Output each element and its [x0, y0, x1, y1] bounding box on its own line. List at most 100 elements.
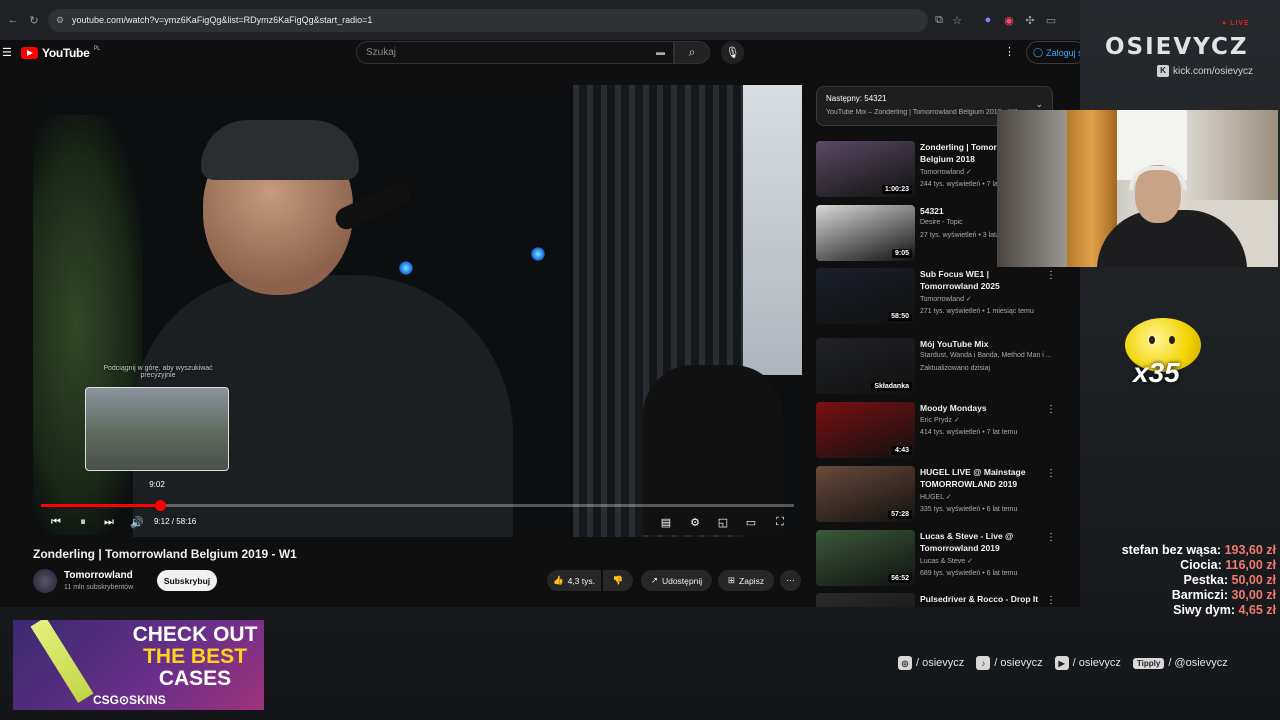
- search-placeholder: Szukaj: [366, 47, 397, 58]
- recommendation-item[interactable]: 56:52 Lucas & Steve - Live @ Tomorrowland…: [816, 530, 1056, 592]
- more-options-icon[interactable]: ⋮: [1046, 595, 1056, 606]
- more-options-icon[interactable]: ⋮: [1046, 270, 1056, 281]
- verified-icon: ✓: [943, 494, 952, 501]
- stage-light: [531, 247, 545, 261]
- progress-bar[interactable]: [41, 500, 794, 511]
- progress-scrubber[interactable]: [154, 500, 166, 511]
- chevron-down-icon[interactable]: ⌄: [1035, 99, 1043, 110]
- site-info-icon[interactable]: ⚙: [56, 9, 64, 32]
- recommendation-title[interactable]: Pulsedriver & Rocco - Drop It: [920, 593, 1042, 605]
- youtube-header: ☰ YouTube PL Szukaj ▬ ⌕ 🎙 ⋮ ◯ Zaloguj s: [0, 40, 1080, 66]
- donor-name: stefan bez wąsa:: [1121, 543, 1222, 557]
- video-thumbnail[interactable]: Składanka: [816, 338, 915, 394]
- recommendation-channel[interactable]: Stardust, Wanda i Banda, Method Man i ..…: [920, 352, 1052, 359]
- sidebar-icon[interactable]: ▭: [1042, 11, 1060, 29]
- social-links: ◎ / osievycz ♪ / osievycz ▶ / osievycz Tipply /…: [898, 655, 1228, 671]
- recommendation-channel[interactable]: Desire - Topic: [920, 219, 963, 226]
- bookmark-star-icon[interactable]: ☆: [948, 11, 966, 29]
- channel-name[interactable]: Tomorrowland: [64, 570, 133, 581]
- youtube-play-icon: [21, 47, 38, 59]
- subtitles-icon[interactable]: ▤: [657, 513, 675, 531]
- stage-light: [399, 261, 413, 275]
- back-icon[interactable]: ←: [4, 11, 22, 29]
- sponsor-line: THE BEST: [143, 645, 247, 668]
- volume-icon[interactable]: 🔊: [128, 513, 146, 531]
- video-thumbnail[interactable]: 1:00:23: [816, 141, 915, 197]
- youtube-logo-text: YouTube: [42, 46, 90, 60]
- recommendation-title[interactable]: HUGEL LIVE @ Mainstage TOMORROWLAND 2019: [920, 466, 1042, 490]
- recommendation-item[interactable]: Składanka Mój YouTube Mix Stardust, Wanda …: [816, 338, 1056, 400]
- reload-icon[interactable]: ↻: [25, 11, 43, 29]
- more-options-icon[interactable]: ⋮: [1046, 404, 1056, 415]
- extension-icon[interactable]: ●: [979, 11, 997, 29]
- miniplayer-icon[interactable]: ◱: [714, 513, 732, 531]
- subscriber-count: 11 mln subskrybentów: [64, 584, 134, 591]
- next-icon[interactable]: ⏭: [100, 513, 118, 531]
- tiktok-icon: ♪: [976, 656, 991, 670]
- sponsor-line: CASES: [158, 667, 232, 690]
- install-icon[interactable]: ⧉: [930, 11, 948, 29]
- account-icon: ◯: [1033, 47, 1044, 57]
- recommendation-title[interactable]: Lucas & Steve - Live @ Tomorrowland 2019…: [920, 530, 1042, 554]
- recommendation-title[interactable]: Mój YouTube Mix: [920, 338, 1042, 350]
- video-thumbnail[interactable]: [816, 593, 915, 607]
- microphone-icon: 🎙: [725, 47, 740, 59]
- video-thumbnail[interactable]: 57:28: [816, 466, 915, 522]
- video-player[interactable]: Podciągnij w górę, aby wyszukiwać precyz…: [33, 85, 802, 537]
- video-thumbnail[interactable]: 56:52: [816, 530, 915, 586]
- more-actions-button[interactable]: ⋯: [780, 570, 801, 591]
- more-options-icon[interactable]: ⋮: [1046, 468, 1056, 479]
- video-thumbnail[interactable]: 9:05: [816, 205, 915, 261]
- recommendation-meta: 335 tys. wyświetleń • 6 lat temu: [920, 506, 1018, 513]
- recommendation-item[interactable]: 57:28 HUGEL LIVE @ Mainstage TOMORROWLAND…: [816, 466, 1056, 528]
- recommendation-channel[interactable]: HUGEL ✓: [920, 493, 952, 501]
- more-options-icon[interactable]: ⋮: [1046, 532, 1056, 543]
- recommendation-channel[interactable]: Tomorrowland ✓: [920, 168, 972, 176]
- instagram-icon: ◎: [898, 656, 912, 670]
- save-icon: ⊞: [727, 575, 736, 585]
- thumbs-down-icon: 👎: [612, 575, 624, 585]
- social-link: ♪ / osievycz: [976, 656, 1043, 670]
- pause-icon[interactable]: ⏸: [74, 513, 92, 531]
- donation-entry: Barmiczi: 30,00 zł: [1080, 588, 1276, 603]
- login-button[interactable]: ◯ Zaloguj s: [1026, 41, 1080, 64]
- duration-badge: 56:52: [888, 574, 912, 583]
- recommendation-item[interactable]: Pulsedriver & Rocco - Drop It ⋮: [816, 593, 1056, 607]
- share-button[interactable]: ↗ Udostępnij: [641, 570, 712, 591]
- save-label: Zapisz: [739, 575, 765, 586]
- channel-name-text: Tomorrowland: [920, 296, 964, 303]
- dislike-button[interactable]: 👎: [603, 570, 633, 591]
- subscribe-button[interactable]: Subskrybuj: [157, 570, 217, 591]
- recommendation-title[interactable]: Sub Focus WE1 | Tomorrowland 2025: [920, 268, 1042, 292]
- extensions-puzzle-icon[interactable]: ✣: [1021, 11, 1039, 29]
- recommendation-channel[interactable]: Tomorrowland ✓: [920, 295, 972, 303]
- youtube-logo[interactable]: YouTube PL: [21, 46, 100, 60]
- recommendation-item[interactable]: 58:50 Sub Focus WE1 | Tomorrowland 2025 To…: [816, 268, 1056, 330]
- channel-avatar[interactable]: [33, 569, 57, 593]
- fullscreen-icon[interactable]: ⛶: [771, 513, 789, 531]
- theater-mode-icon[interactable]: ▭: [742, 513, 760, 531]
- recommendation-channel[interactable]: Lucas & Steve ✓: [920, 557, 973, 565]
- extension-icon[interactable]: ◉: [1000, 11, 1018, 29]
- more-options-icon[interactable]: ⋮: [1004, 45, 1015, 58]
- video-thumbnail[interactable]: 4:43: [816, 402, 915, 458]
- address-bar[interactable]: ⚙ youtube.com/watch?v=ymz6KaFigQg&list=R…: [48, 9, 928, 32]
- seek-preview-time: 9:02: [149, 480, 165, 489]
- previous-icon[interactable]: ⏮: [47, 513, 65, 531]
- save-button[interactable]: ⊞ Zapisz: [718, 570, 774, 591]
- video-thumbnail[interactable]: 58:50: [816, 268, 915, 324]
- performer: [201, 120, 359, 180]
- keyboard-icon[interactable]: ▬: [656, 42, 665, 63]
- search-icon: ⌕: [688, 45, 696, 59]
- voice-search-button[interactable]: 🎙: [721, 41, 744, 64]
- search-button[interactable]: ⌕: [674, 41, 710, 64]
- emote-count: x35: [1133, 357, 1180, 388]
- recommendation-channel[interactable]: Eric Prydz ✓: [920, 416, 960, 424]
- recommendation-item[interactable]: 4:43 Moody Mondays Eric Prydz ✓ 414 tys. wy…: [816, 402, 1056, 464]
- menu-icon[interactable]: ☰: [2, 46, 12, 59]
- recommendation-title[interactable]: Moody Mondays: [920, 402, 1042, 414]
- search-input[interactable]: Szukaj ▬: [356, 41, 674, 64]
- like-button[interactable]: 👍 4,3 tys.: [547, 570, 601, 591]
- settings-icon[interactable]: ⚙: [686, 513, 704, 531]
- channel-name-text: Stardust, Wanda i Banda, Method Man i ..…: [920, 352, 1052, 359]
